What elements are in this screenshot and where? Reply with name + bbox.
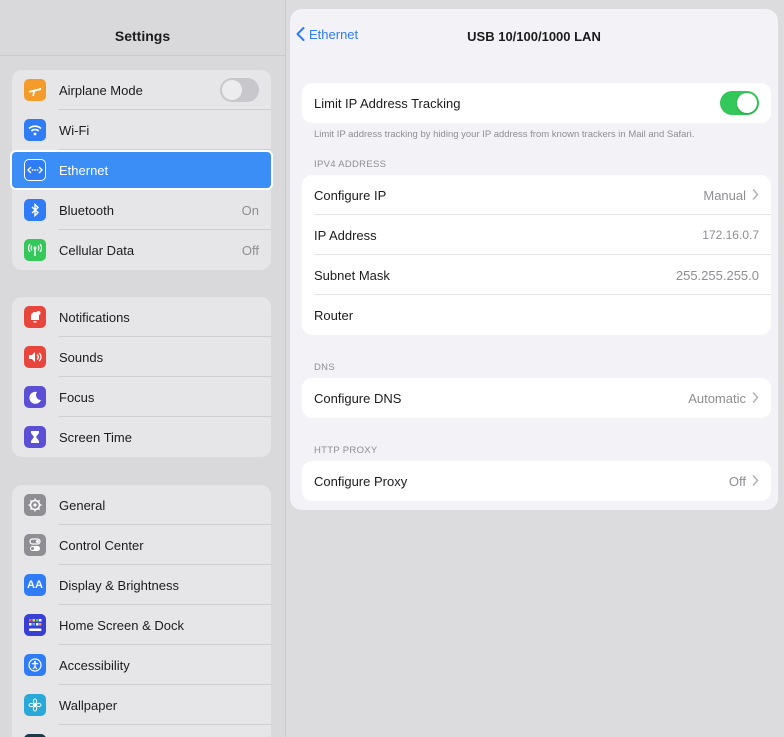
- sidebar-item-label: Bluetooth: [59, 202, 114, 218]
- sounds-icon: [24, 346, 46, 368]
- sidebar-item-label: Sounds: [59, 349, 104, 365]
- sidebar-item-control-center[interactable]: Control Center: [12, 525, 271, 565]
- bluetooth-status: On: [241, 202, 259, 218]
- sidebar-item-wifi[interactable]: Wi-Fi: [12, 110, 271, 150]
- limit-tracking-row: Limit IP Address Tracking: [302, 83, 771, 123]
- sidebar-item-home-screen-dock[interactable]: Home Screen & Dock: [12, 605, 271, 645]
- configure-ip-row[interactable]: Configure IP Manual: [302, 175, 771, 215]
- sidebar-item-accessibility[interactable]: Accessibility: [12, 645, 271, 685]
- sidebar-item-cellular-data[interactable]: Cellular Data Off: [12, 230, 271, 270]
- limit-tracking-label: Limit IP Address Tracking: [314, 95, 461, 111]
- display-icon: AA: [24, 574, 46, 596]
- accessibility-icon: [24, 654, 46, 676]
- chevron-right-icon: [752, 187, 759, 203]
- sidebar-item-label: Airplane Mode: [59, 82, 143, 98]
- sidebar-item-label: Notifications: [59, 309, 130, 325]
- chevron-right-icon: [752, 473, 759, 489]
- sidebar-item-general[interactable]: General: [12, 485, 271, 525]
- sidebar-group-connectivity: Airplane Mode Wi-Fi Ethernet Bluetooth O…: [10, 70, 273, 270]
- ip-address-label: IP Address: [314, 227, 377, 243]
- sidebar-item-label: Wi-Fi: [59, 122, 90, 138]
- sidebar-item-notifications[interactable]: Notifications: [12, 297, 271, 337]
- limit-tracking-toggle[interactable]: [720, 91, 759, 115]
- configure-proxy-value: Off: [728, 473, 746, 489]
- control-center-icon: [24, 534, 46, 556]
- sidebar-item-bluetooth[interactable]: Bluetooth On: [12, 190, 271, 230]
- sidebar-group-general: General Control Center AA Display & Brig…: [12, 485, 271, 737]
- airplane-icon: [24, 79, 46, 101]
- sidebar-item-label: Accessibility: [59, 657, 130, 673]
- ethernet-icon: [24, 159, 46, 181]
- sidebar-item-label: Control Center: [59, 537, 144, 553]
- configure-proxy-row[interactable]: Configure Proxy Off: [302, 461, 771, 501]
- sidebar-group-notifications: Notifications Sounds Focus Screen Time: [12, 297, 271, 457]
- ethernet-detail-panel: Ethernet USB 10/100/1000 LAN Limit IP Ad…: [290, 9, 778, 510]
- gear-icon: [24, 494, 46, 516]
- sidebar-item-sounds[interactable]: Sounds: [12, 337, 271, 377]
- sidebar-item-label: Wallpaper: [59, 697, 118, 713]
- sidebar-item-airplane-mode[interactable]: Airplane Mode: [12, 70, 271, 110]
- hourglass-icon: [24, 426, 46, 448]
- router-label: Router: [314, 307, 354, 323]
- sidebar-item-label: Home Screen & Dock: [59, 617, 184, 633]
- limit-tracking-card: Limit IP Address Tracking: [302, 83, 771, 123]
- ipv4-card: Configure IP Manual IP Address 172.16.0.…: [302, 175, 771, 335]
- ip-address-value: 172.16.0.7: [702, 228, 759, 242]
- subnet-mask-value: 255.255.255.0: [675, 267, 759, 283]
- limit-tracking-footnote: Limit IP address tracking by hiding your…: [314, 129, 695, 140]
- sidebar-item-label: General: [59, 497, 106, 513]
- configure-proxy-label: Configure Proxy: [314, 473, 408, 489]
- page-title: USB 10/100/1000 LAN: [467, 29, 601, 44]
- ipv4-section-header: IPV4 ADDRESS: [314, 159, 387, 170]
- sidebar: Settings Airplane Mode Wi-Fi Ethernet Bl…: [0, 0, 286, 737]
- sidebar-item-ethernet[interactable]: Ethernet: [10, 150, 273, 190]
- wifi-icon: [24, 119, 46, 141]
- configure-dns-label: Configure DNS: [314, 390, 402, 406]
- dns-section-header: DNS: [314, 362, 335, 373]
- configure-ip-label: Configure IP: [314, 187, 387, 203]
- sidebar-item-label: Cellular Data: [59, 242, 135, 258]
- configure-dns-row[interactable]: Configure DNS Automatic: [302, 378, 771, 418]
- ip-address-row[interactable]: IP Address 172.16.0.7: [302, 215, 771, 255]
- bluetooth-icon: [24, 199, 46, 221]
- chevron-right-icon: [752, 390, 759, 406]
- sidebar-item-label: Focus: [59, 389, 95, 405]
- dns-card: Configure DNS Automatic: [302, 378, 771, 418]
- focus-moon-icon: [24, 386, 46, 408]
- sidebar-item-focus[interactable]: Focus: [12, 377, 271, 417]
- sidebar-item-wallpaper[interactable]: Wallpaper: [12, 685, 271, 725]
- notifications-icon: [24, 306, 46, 328]
- subnet-mask-row[interactable]: Subnet Mask 255.255.255.0: [302, 255, 771, 295]
- sidebar-title: Settings: [0, 0, 285, 56]
- airplane-mode-toggle[interactable]: [220, 78, 259, 102]
- wallpaper-icon: [24, 694, 46, 716]
- sidebar-item-label: Screen Time: [59, 429, 132, 445]
- cellular-icon: [24, 239, 46, 261]
- router-row[interactable]: Router: [302, 295, 771, 335]
- configure-ip-value: Manual: [703, 187, 746, 203]
- sidebar-item-label: Ethernet: [59, 162, 109, 178]
- sidebar-item-partial[interactable]: [12, 725, 271, 737]
- configure-dns-value: Automatic: [688, 390, 746, 406]
- sidebar-item-label: Display & Brightness: [59, 577, 179, 593]
- sidebar-item-screen-time[interactable]: Screen Time: [12, 417, 271, 457]
- home-screen-icon: [24, 614, 46, 636]
- cellular-status: Off: [241, 242, 259, 258]
- proxy-card: Configure Proxy Off: [302, 461, 771, 501]
- proxy-section-header: HTTP PROXY: [314, 445, 378, 456]
- sidebar-item-display-brightness[interactable]: AA Display & Brightness: [12, 565, 271, 605]
- navigation-bar: Ethernet USB 10/100/1000 LAN: [290, 9, 778, 63]
- subnet-mask-label: Subnet Mask: [314, 267, 390, 283]
